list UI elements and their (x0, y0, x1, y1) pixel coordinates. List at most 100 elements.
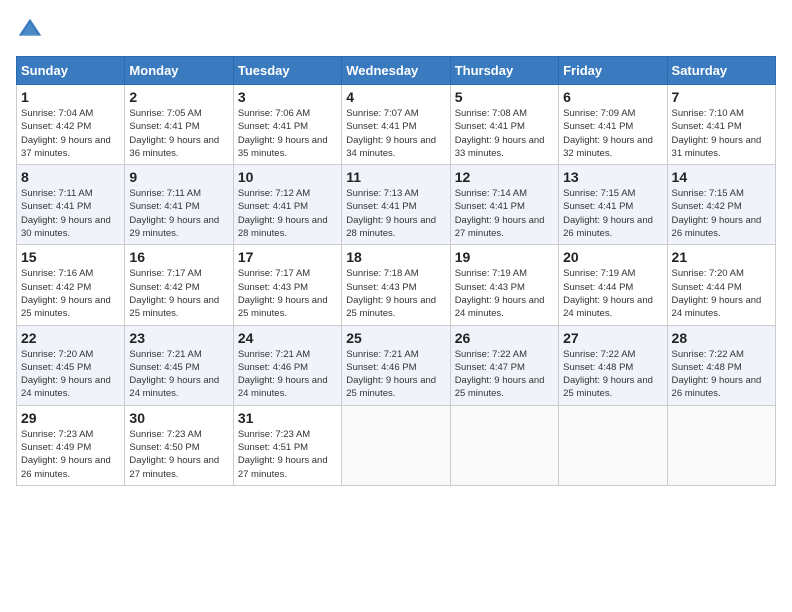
calendar-cell: 8 Sunrise: 7:11 AMSunset: 4:41 PMDaylight… (17, 165, 125, 245)
calendar-cell: 5 Sunrise: 7:08 AMSunset: 4:41 PMDaylight… (450, 85, 558, 165)
weekday-header: Saturday (667, 57, 775, 85)
day-number: 23 (129, 330, 228, 346)
day-number: 7 (672, 89, 771, 105)
calendar-cell: 14 Sunrise: 7:15 AMSunset: 4:42 PMDayligh… (667, 165, 775, 245)
calendar-cell (342, 405, 450, 485)
day-info: Sunrise: 7:09 AMSunset: 4:41 PMDaylight:… (563, 107, 662, 160)
day-info: Sunrise: 7:18 AMSunset: 4:43 PMDaylight:… (346, 267, 445, 320)
calendar-header: SundayMondayTuesdayWednesdayThursdayFrid… (17, 57, 776, 85)
day-info: Sunrise: 7:20 AMSunset: 4:45 PMDaylight:… (21, 348, 120, 401)
weekday-header: Monday (125, 57, 233, 85)
day-number: 3 (238, 89, 337, 105)
day-info: Sunrise: 7:17 AMSunset: 4:42 PMDaylight:… (129, 267, 228, 320)
day-number: 13 (563, 169, 662, 185)
day-number: 30 (129, 410, 228, 426)
calendar-cell: 25 Sunrise: 7:21 AMSunset: 4:46 PMDayligh… (342, 325, 450, 405)
day-number: 26 (455, 330, 554, 346)
day-info: Sunrise: 7:21 AMSunset: 4:46 PMDaylight:… (238, 348, 337, 401)
calendar-body: 1 Sunrise: 7:04 AMSunset: 4:42 PMDaylight… (17, 85, 776, 486)
day-info: Sunrise: 7:16 AMSunset: 4:42 PMDaylight:… (21, 267, 120, 320)
day-number: 27 (563, 330, 662, 346)
calendar-week-row: 1 Sunrise: 7:04 AMSunset: 4:42 PMDaylight… (17, 85, 776, 165)
day-number: 24 (238, 330, 337, 346)
day-number: 12 (455, 169, 554, 185)
weekday-header: Tuesday (233, 57, 341, 85)
calendar-week-row: 22 Sunrise: 7:20 AMSunset: 4:45 PMDayligh… (17, 325, 776, 405)
day-info: Sunrise: 7:06 AMSunset: 4:41 PMDaylight:… (238, 107, 337, 160)
day-info: Sunrise: 7:23 AMSunset: 4:51 PMDaylight:… (238, 428, 337, 481)
day-number: 5 (455, 89, 554, 105)
calendar-cell: 24 Sunrise: 7:21 AMSunset: 4:46 PMDayligh… (233, 325, 341, 405)
calendar-cell: 12 Sunrise: 7:14 AMSunset: 4:41 PMDayligh… (450, 165, 558, 245)
calendar-cell (559, 405, 667, 485)
day-info: Sunrise: 7:11 AMSunset: 4:41 PMDaylight:… (129, 187, 228, 240)
day-info: Sunrise: 7:08 AMSunset: 4:41 PMDaylight:… (455, 107, 554, 160)
day-number: 11 (346, 169, 445, 185)
calendar-cell: 18 Sunrise: 7:18 AMSunset: 4:43 PMDayligh… (342, 245, 450, 325)
day-info: Sunrise: 7:17 AMSunset: 4:43 PMDaylight:… (238, 267, 337, 320)
day-number: 8 (21, 169, 120, 185)
day-info: Sunrise: 7:14 AMSunset: 4:41 PMDaylight:… (455, 187, 554, 240)
calendar-week-row: 29Sunrise: 7:23 AMSunset: 4:49 PMDayligh… (17, 405, 776, 485)
day-number: 19 (455, 249, 554, 265)
day-number: 31 (238, 410, 337, 426)
weekday-header: Sunday (17, 57, 125, 85)
logo-icon (16, 16, 44, 44)
calendar-cell: 7Sunrise: 7:10 AMSunset: 4:41 PMDaylight… (667, 85, 775, 165)
day-info: Sunrise: 7:19 AMSunset: 4:43 PMDaylight:… (455, 267, 554, 320)
calendar-cell: 9 Sunrise: 7:11 AMSunset: 4:41 PMDaylight… (125, 165, 233, 245)
calendar-week-row: 8 Sunrise: 7:11 AMSunset: 4:41 PMDaylight… (17, 165, 776, 245)
calendar-cell (667, 405, 775, 485)
calendar-cell: 30 Sunrise: 7:23 AMSunset: 4:50 PMDayligh… (125, 405, 233, 485)
calendar-cell: 23Sunrise: 7:21 AMSunset: 4:45 PMDayligh… (125, 325, 233, 405)
logo (16, 16, 48, 44)
day-info: Sunrise: 7:11 AMSunset: 4:41 PMDaylight:… (21, 187, 120, 240)
day-info: Sunrise: 7:12 AMSunset: 4:41 PMDaylight:… (238, 187, 337, 240)
calendar-cell: 26 Sunrise: 7:22 AMSunset: 4:47 PMDayligh… (450, 325, 558, 405)
calendar-cell: 3 Sunrise: 7:06 AMSunset: 4:41 PMDaylight… (233, 85, 341, 165)
day-number: 2 (129, 89, 228, 105)
calendar-cell: 17 Sunrise: 7:17 AMSunset: 4:43 PMDayligh… (233, 245, 341, 325)
day-info: Sunrise: 7:21 AMSunset: 4:46 PMDaylight:… (346, 348, 445, 401)
calendar-cell: 1 Sunrise: 7:04 AMSunset: 4:42 PMDaylight… (17, 85, 125, 165)
day-info: Sunrise: 7:23 AMSunset: 4:49 PMDaylight:… (21, 428, 120, 481)
day-number: 21 (672, 249, 771, 265)
day-info: Sunrise: 7:13 AMSunset: 4:41 PMDaylight:… (346, 187, 445, 240)
day-number: 9 (129, 169, 228, 185)
calendar-cell: 22 Sunrise: 7:20 AMSunset: 4:45 PMDayligh… (17, 325, 125, 405)
day-info: Sunrise: 7:22 AMSunset: 4:48 PMDaylight:… (563, 348, 662, 401)
day-number: 20 (563, 249, 662, 265)
day-number: 25 (346, 330, 445, 346)
day-number: 10 (238, 169, 337, 185)
calendar-table: SundayMondayTuesdayWednesdayThursdayFrid… (16, 56, 776, 486)
weekday-header-row: SundayMondayTuesdayWednesdayThursdayFrid… (17, 57, 776, 85)
day-info: Sunrise: 7:19 AMSunset: 4:44 PMDaylight:… (563, 267, 662, 320)
calendar-week-row: 15 Sunrise: 7:16 AMSunset: 4:42 PMDayligh… (17, 245, 776, 325)
day-number: 28 (672, 330, 771, 346)
calendar-cell: 13 Sunrise: 7:15 AMSunset: 4:41 PMDayligh… (559, 165, 667, 245)
day-info: Sunrise: 7:23 AMSunset: 4:50 PMDaylight:… (129, 428, 228, 481)
weekday-header: Thursday (450, 57, 558, 85)
day-number: 17 (238, 249, 337, 265)
day-number: 18 (346, 249, 445, 265)
day-number: 15 (21, 249, 120, 265)
day-info: Sunrise: 7:04 AMSunset: 4:42 PMDaylight:… (21, 107, 120, 160)
weekday-header: Friday (559, 57, 667, 85)
day-number: 14 (672, 169, 771, 185)
day-number: 1 (21, 89, 120, 105)
calendar-cell: 15 Sunrise: 7:16 AMSunset: 4:42 PMDayligh… (17, 245, 125, 325)
day-number: 22 (21, 330, 120, 346)
day-number: 16 (129, 249, 228, 265)
calendar-cell (450, 405, 558, 485)
day-info: Sunrise: 7:15 AMSunset: 4:41 PMDaylight:… (563, 187, 662, 240)
calendar-cell: 4Sunrise: 7:07 AMSunset: 4:41 PMDaylight… (342, 85, 450, 165)
day-info: Sunrise: 7:15 AMSunset: 4:42 PMDaylight:… (672, 187, 771, 240)
calendar-cell: 31 Sunrise: 7:23 AMSunset: 4:51 PMDayligh… (233, 405, 341, 485)
calendar-cell: 20 Sunrise: 7:19 AMSunset: 4:44 PMDayligh… (559, 245, 667, 325)
calendar-cell: 16 Sunrise: 7:17 AMSunset: 4:42 PMDayligh… (125, 245, 233, 325)
calendar-cell: 21Sunrise: 7:20 AMSunset: 4:44 PMDayligh… (667, 245, 775, 325)
calendar-cell: 6Sunrise: 7:09 AMSunset: 4:41 PMDaylight… (559, 85, 667, 165)
calendar-cell: 28Sunrise: 7:22 AMSunset: 4:48 PMDayligh… (667, 325, 775, 405)
calendar-cell: 29Sunrise: 7:23 AMSunset: 4:49 PMDayligh… (17, 405, 125, 485)
day-info: Sunrise: 7:22 AMSunset: 4:47 PMDaylight:… (455, 348, 554, 401)
